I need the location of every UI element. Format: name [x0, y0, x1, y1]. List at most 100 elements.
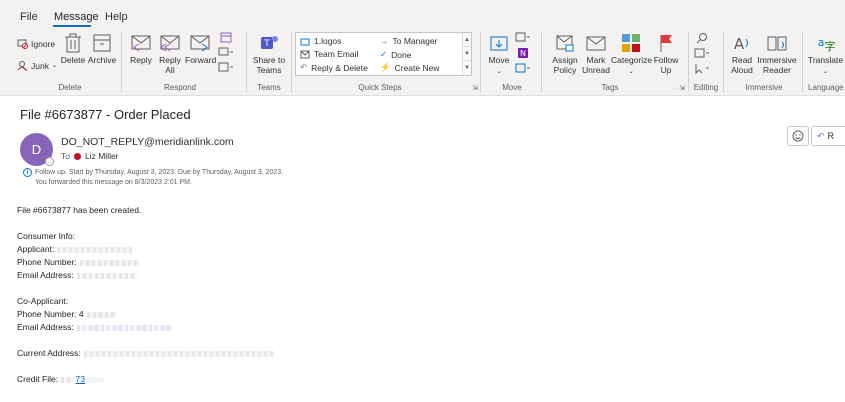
translate-button[interactable]: a字 Translate ⌄: [806, 33, 845, 77]
redacted-value: [83, 350, 274, 357]
body-applicant-row: Applicant:: [17, 244, 133, 254]
ignore-icon: [17, 39, 28, 49]
policy-icon: [556, 35, 574, 52]
reply-arrow-icon: ↶: [817, 130, 825, 141]
reply-label: Reply: [130, 55, 152, 65]
actions-icon[interactable]: [515, 63, 531, 74]
quick-step-label: 1.logos: [314, 36, 342, 46]
redacted-value: [61, 376, 74, 383]
quick-step-label: Reply & Delete: [311, 62, 368, 73]
reply-button[interactable]: Reply: [128, 33, 154, 65]
meeting-icon[interactable]: [220, 32, 232, 43]
quick-steps-scroller[interactable]: ▲ ▼ ▼: [462, 33, 471, 75]
checkmark-icon: ✓: [380, 49, 388, 59]
chevron-down-icon: ⌄: [51, 63, 57, 69]
dialog-launcher-icon[interactable]: ⇲: [679, 84, 685, 92]
phone-label: Phone Number:: [17, 257, 77, 267]
redacted-value: [76, 272, 137, 279]
immersive-group-label: Immersive: [745, 83, 783, 92]
share-to-teams-button[interactable]: T Share to Teams: [250, 33, 288, 75]
reply-quick-button[interactable]: ↶ R: [811, 126, 845, 146]
email-label: Email Address:: [17, 270, 74, 280]
co-applicant-label: Co-Applicant:: [17, 296, 69, 306]
assign-label-2: Policy: [553, 65, 577, 75]
group-divider: [291, 32, 292, 92]
translate-icon: a字: [817, 36, 835, 53]
smiley-icon: [792, 130, 804, 142]
presence-status-icon: [45, 157, 54, 166]
body-phone-row: Phone Number:: [17, 257, 140, 267]
credit-file-link[interactable]: 73: [75, 374, 84, 384]
dialog-launcher-icon[interactable]: ⇲: [472, 84, 478, 92]
flag-icon: [660, 35, 672, 52]
quick-step-done[interactable]: ✓ Done: [380, 49, 411, 60]
im-icon[interactable]: [218, 47, 234, 58]
delete-button[interactable]: Delete: [60, 33, 86, 65]
search-icon[interactable]: [696, 32, 708, 44]
ignore-button[interactable]: Ignore: [17, 38, 55, 49]
scroll-up-icon[interactable]: ▲: [463, 33, 471, 47]
ribbon: Ignore Junk ⌄ Delete Archive Delete Repl…: [0, 28, 845, 96]
svg-text:字: 字: [824, 39, 835, 53]
quick-step-create-new[interactable]: ⚡ Create New: [380, 62, 439, 73]
mark-unread-button[interactable]: Mark Unread: [582, 33, 610, 75]
quick-step-label: Create New: [394, 62, 440, 73]
ignore-label: Ignore: [31, 38, 56, 49]
onenote-icon[interactable]: N: [517, 47, 529, 59]
share-label-2: Teams: [256, 65, 282, 75]
move-more-column: N: [515, 32, 531, 74]
tab-help[interactable]: Help: [105, 11, 128, 23]
co-phone-label: Phone Number: 4: [17, 309, 84, 319]
forward-icon: [190, 35, 210, 52]
assign-policy-button[interactable]: Assign Policy: [548, 33, 582, 75]
related-icon[interactable]: [694, 48, 710, 59]
active-tab-indicator: [53, 25, 91, 27]
move-label: Move: [488, 55, 510, 65]
reply-delete-icon: ↶: [300, 62, 308, 72]
tab-message[interactable]: Message: [54, 11, 99, 23]
group-divider: [246, 32, 247, 92]
move-button[interactable]: Move ⌄: [486, 33, 512, 77]
mail-icon: [300, 50, 310, 58]
quick-step-logos[interactable]: 1.logos: [300, 36, 341, 46]
trash-icon: [65, 33, 81, 53]
followup-label-1: Follow: [653, 55, 679, 65]
applicant-label: Applicant:: [17, 244, 55, 254]
language-group-label: Language: [808, 83, 844, 92]
junk-button[interactable]: Junk ⌄: [17, 60, 57, 71]
select-icon[interactable]: [694, 63, 710, 74]
more-respond-icon[interactable]: [218, 62, 234, 73]
sender-address[interactable]: DO_NOT_REPLY@meridianlink.com: [61, 136, 234, 148]
forwarded-infobar: You forwarded this message on 8/3/2023 2…: [35, 179, 192, 186]
reply-all-button[interactable]: Reply All: [156, 33, 184, 75]
quick-step-to-manager[interactable]: → To Manager: [380, 36, 437, 46]
reaction-button[interactable]: [787, 126, 809, 146]
scroll-down-icon[interactable]: ▼: [463, 47, 471, 61]
read-aloud-button[interactable]: A Read Aloud: [728, 33, 756, 75]
quick-step-team-email[interactable]: Team Email: [300, 49, 358, 59]
rules-icon[interactable]: [515, 32, 531, 43]
reply-all-label-1: Reply: [159, 55, 181, 65]
recipient-name[interactable]: Liz Miller: [85, 151, 119, 161]
share-label-1: Share to: [252, 55, 286, 65]
archive-label: Archive: [87, 55, 117, 65]
quick-step-label: Done: [391, 49, 412, 60]
follow-up-text: Follow up. Start by Thursday, August 3, …: [35, 169, 284, 176]
unread-mail-icon: [586, 36, 606, 51]
forward-button[interactable]: Forward: [185, 33, 216, 65]
categorize-icon: [622, 34, 640, 52]
reader-label-1: Immersive: [757, 55, 797, 65]
reply-all-icon: [160, 35, 180, 52]
quick-step-reply-delete[interactable]: ↶ Reply & Delete: [300, 62, 368, 73]
chevron-down-icon: ⌄: [628, 69, 634, 75]
tab-file[interactable]: File: [20, 11, 38, 23]
reply-quick-label: R: [827, 131, 835, 141]
immersive-reader-button[interactable]: Immersive Reader: [756, 33, 798, 75]
gallery-expand-icon[interactable]: ▼: [463, 61, 471, 75]
categorize-button[interactable]: Categorize ⌄: [611, 33, 652, 77]
redacted-link[interactable]: [76, 324, 172, 331]
follow-up-button[interactable]: Follow Up: [652, 33, 680, 75]
body-created-line: File #6673877 has been created.: [17, 205, 142, 215]
reply-all-label-2: All: [165, 65, 175, 75]
archive-button[interactable]: Archive: [87, 33, 117, 65]
